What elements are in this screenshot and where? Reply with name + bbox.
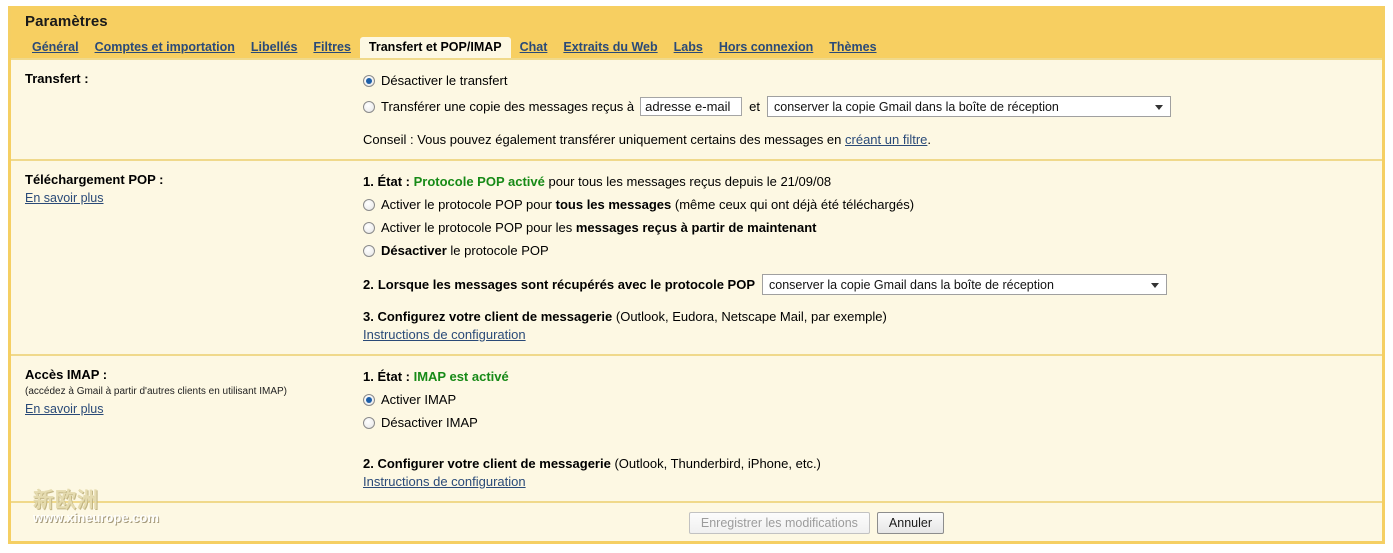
tab-general[interactable]: Général bbox=[25, 38, 86, 58]
tab-themes[interactable]: Thèmes bbox=[822, 38, 883, 58]
forwarding-label-text: Transfert : bbox=[25, 71, 89, 86]
tab-accounts-import[interactable]: Comptes et importation bbox=[88, 38, 242, 58]
imap-section: Accès IMAP : (accédez à Gmail à partir d… bbox=[11, 354, 1382, 501]
imap-step2-label: Configurer votre client de messagerie bbox=[377, 456, 611, 471]
tab-forwarding-pop-imap[interactable]: Transfert et POP/IMAP bbox=[359, 37, 511, 58]
pop-section-body: 1. État : Protocole POP activé pour tous… bbox=[363, 172, 1382, 342]
settings-tabs: Général Comptes et importation Libellés … bbox=[11, 36, 1382, 58]
radio-pop-new-messages[interactable] bbox=[363, 221, 375, 234]
settings-panel: Paramètres Général Comptes et importatio… bbox=[8, 6, 1385, 544]
imap-step1-number: 1. bbox=[363, 368, 374, 384]
pop-step2-row: 2. Lorsque les messages sont récupérés a… bbox=[363, 274, 1372, 295]
imap-enable-row[interactable]: Activer IMAP bbox=[363, 390, 1372, 409]
imap-step2-rest: (Outlook, Thunderbird, iPhone, etc.) bbox=[614, 456, 821, 471]
forwarding-address-input[interactable] bbox=[640, 97, 743, 116]
pop-label-text: Téléchargement POP : bbox=[25, 172, 164, 187]
pop-new-a: Activer le protocole POP pour les bbox=[381, 219, 573, 235]
pop-retrieval-action-select[interactable]: conserver la copie Gmail dans la boîte d… bbox=[762, 274, 1168, 295]
imap-configuration-instructions-link[interactable]: Instructions de configuration bbox=[363, 474, 1372, 489]
pop-status-line: 1. État : Protocole POP activé pour tous… bbox=[363, 174, 831, 190]
pop-status-badge: Protocole POP activé bbox=[413, 173, 545, 189]
pop-step2-number: 2. bbox=[363, 276, 374, 292]
pop-all-messages-row[interactable]: Activer le protocole POP pour tous les m… bbox=[363, 195, 1372, 214]
pop-step3-number: 3. bbox=[363, 309, 374, 324]
pop-configuration-instructions-link[interactable]: Instructions de configuration bbox=[363, 327, 1372, 342]
imap-status-badge: IMAP est activé bbox=[413, 368, 509, 384]
chevron-down-icon bbox=[1151, 282, 1160, 288]
pop-learn-more-link[interactable]: En savoir plus bbox=[25, 191, 104, 205]
tab-web-clips[interactable]: Extraits du Web bbox=[556, 38, 664, 58]
pop-off-b: le protocole POP bbox=[450, 242, 549, 258]
tab-labels[interactable]: Libellés bbox=[244, 38, 305, 58]
radio-disable-imap[interactable] bbox=[363, 416, 375, 429]
radio-enable-forwarding[interactable] bbox=[363, 100, 375, 113]
pop-section: Téléchargement POP : En savoir plus 1. É… bbox=[11, 159, 1382, 354]
pop-all-messages-label: Activer le protocole POP pour tous les m… bbox=[381, 197, 914, 213]
forwarding-tip-suffix: . bbox=[927, 132, 932, 147]
pop-step3: 3. Configurez votre client de messagerie… bbox=[363, 309, 1372, 342]
tab-offline[interactable]: Hors connexion bbox=[712, 38, 820, 58]
pop-step1-number: 1. bbox=[363, 173, 374, 189]
forwarding-tip: Conseil : Vous pouvez également transfér… bbox=[363, 132, 1372, 147]
imap-enable-label: Activer IMAP bbox=[381, 391, 457, 407]
pop-off-a: Désactiver bbox=[381, 242, 447, 258]
pop-step2-label: Lorsque les messages sont récupérés avec… bbox=[377, 276, 756, 292]
forwarding-keep-copy-value: conserver la copie Gmail dans la boîte d… bbox=[774, 99, 1059, 114]
forwarding-enable-label: Transférer une copie des messages reçus … bbox=[381, 98, 635, 114]
imap-step2: 2. Configurer votre client de messagerie… bbox=[363, 456, 1372, 489]
pop-retrieval-action-value: conserver la copie Gmail dans la boîte d… bbox=[769, 277, 1054, 292]
radio-disable-forwarding[interactable] bbox=[363, 74, 375, 87]
imap-label-text: Accès IMAP : bbox=[25, 367, 108, 382]
imap-step2-number: 2. bbox=[363, 456, 374, 471]
save-changes-button[interactable]: Enregistrer les modifications bbox=[688, 512, 870, 534]
forwarding-tip-prefix: Conseil : Vous pouvez également transfér… bbox=[363, 132, 842, 147]
pop-new-messages-row[interactable]: Activer le protocole POP pour les messag… bbox=[363, 218, 1372, 237]
pop-all-c: (même ceux qui ont déjà été téléchargés) bbox=[674, 196, 915, 212]
radio-enable-imap[interactable] bbox=[363, 393, 375, 406]
pop-section-label: Téléchargement POP : En savoir plus bbox=[11, 172, 363, 342]
radio-pop-disable[interactable] bbox=[363, 244, 375, 257]
pop-step3-label: Configurez votre client de messagerie bbox=[377, 309, 613, 324]
forwarding-disable-row[interactable]: Désactiver le transfert bbox=[363, 71, 1372, 90]
pop-all-b: tous les messages bbox=[555, 196, 672, 212]
settings-footer: Enregistrer les modifications Annuler bbox=[11, 501, 1382, 543]
cancel-button[interactable]: Annuler bbox=[876, 512, 944, 534]
imap-step1-label: État : bbox=[377, 368, 410, 384]
pop-new-messages-label: Activer le protocole POP pour les messag… bbox=[381, 220, 816, 236]
forwarding-disable-label: Désactiver le transfert bbox=[381, 72, 508, 88]
create-filter-link[interactable]: créant un filtre bbox=[845, 132, 927, 147]
chevron-down-icon bbox=[1155, 104, 1163, 110]
pop-disable-label: Désactiver le protocole POP bbox=[381, 243, 549, 259]
pop-step1-label: État : bbox=[377, 173, 410, 189]
imap-status-line: 1. État : IMAP est activé bbox=[363, 369, 509, 385]
imap-section-label: Accès IMAP : (accédez à Gmail à partir d… bbox=[11, 367, 363, 489]
tab-labs[interactable]: Labs bbox=[667, 38, 710, 58]
tab-chat[interactable]: Chat bbox=[513, 38, 555, 58]
page-title: Paramètres bbox=[25, 13, 108, 30]
forwarding-section-body: Désactiver le transfert Transférer une c… bbox=[363, 71, 1382, 147]
pop-new-b: messages reçus à partir de maintenant bbox=[575, 219, 817, 235]
pop-status-row: 1. État : Protocole POP activé pour tous… bbox=[363, 172, 1372, 191]
imap-disable-row[interactable]: Désactiver IMAP bbox=[363, 413, 1372, 432]
forwarding-enable-row[interactable]: Transférer une copie des messages reçus … bbox=[363, 96, 1372, 117]
pop-step3-rest: (Outlook, Eudora, Netscape Mail, par exe… bbox=[615, 309, 887, 324]
pop-disable-row[interactable]: Désactiver le protocole POP bbox=[363, 241, 1372, 260]
radio-pop-all-messages[interactable] bbox=[363, 198, 375, 211]
imap-label-sub: (accédez à Gmail à partir d'autres clien… bbox=[25, 386, 288, 397]
forwarding-and-label: et bbox=[749, 98, 760, 114]
imap-learn-more-link[interactable]: En savoir plus bbox=[25, 402, 104, 416]
pop-status-rest: pour tous les messages reçus depuis le 2… bbox=[548, 173, 832, 189]
forwarding-section-label: Transfert : bbox=[11, 71, 363, 147]
tab-filters[interactable]: Filtres bbox=[306, 38, 358, 58]
forwarding-section: Transfert : Désactiver le transfert Tran… bbox=[11, 58, 1382, 159]
imap-disable-label: Désactiver IMAP bbox=[381, 414, 478, 430]
settings-header: Paramètres Général Comptes et importatio… bbox=[11, 6, 1382, 58]
forwarding-keep-copy-select[interactable]: conserver la copie Gmail dans la boîte d… bbox=[767, 96, 1171, 117]
pop-all-a: Activer le protocole POP pour bbox=[381, 196, 553, 212]
imap-section-body: 1. État : IMAP est activé Activer IMAP D… bbox=[363, 367, 1382, 489]
imap-status-row: 1. État : IMAP est activé bbox=[363, 367, 1372, 386]
